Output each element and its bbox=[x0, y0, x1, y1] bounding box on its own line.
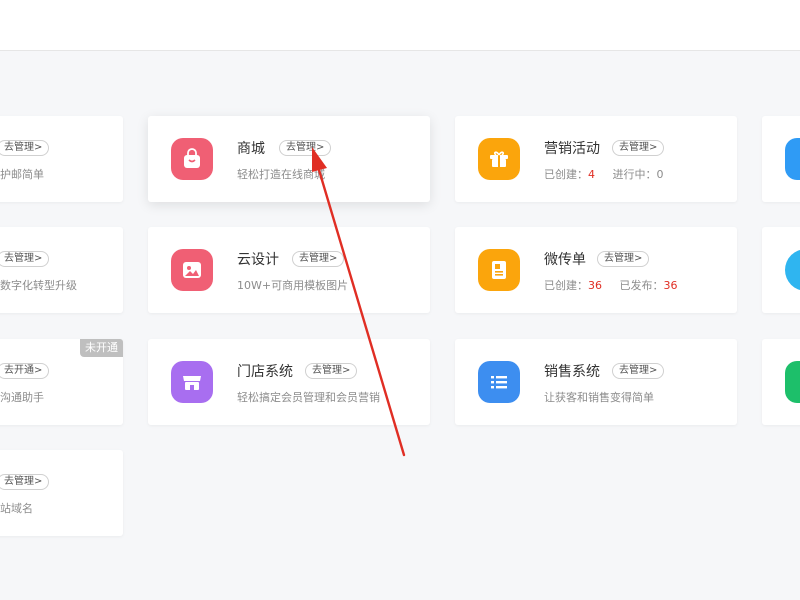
card-description: 让获客和销售变得简单 bbox=[544, 391, 654, 404]
manage-button[interactable]: 去管理> bbox=[0, 474, 50, 490]
running-label: 进行中： bbox=[612, 168, 657, 181]
created-count: 36 bbox=[588, 279, 602, 292]
service-card-left-2[interactable]: 去管理> 数字化转型升级 bbox=[0, 227, 123, 313]
card-title: 门店系统 bbox=[237, 364, 293, 380]
service-card-right-2[interactable] bbox=[762, 227, 800, 313]
card-description: 沟通助手 bbox=[0, 391, 44, 404]
manage-button[interactable]: 去管理> bbox=[305, 363, 358, 379]
card-description: 数字化转型升级 bbox=[0, 279, 77, 292]
activate-button[interactable]: 去开通> bbox=[0, 363, 50, 379]
service-card-marketing[interactable]: 营销活动 去管理> 已创建：4 进行中：0 bbox=[455, 116, 737, 202]
card-description: 轻松打造在线商城 bbox=[237, 168, 325, 181]
manage-button[interactable]: 去管理> bbox=[612, 140, 665, 156]
card-title: 营销活动 bbox=[544, 141, 600, 157]
service-card-left-4[interactable]: 去管理> 站域名 bbox=[0, 450, 123, 536]
card-description: 护邮简单 bbox=[0, 168, 44, 181]
service-card-cloud-design[interactable]: 云设计 去管理> 10W+可商用模板图片 bbox=[148, 227, 430, 313]
manage-button[interactable]: 去管理> bbox=[0, 140, 50, 156]
image-icon bbox=[171, 249, 213, 291]
published-count: 36 bbox=[663, 279, 678, 292]
created-label: 已创建： bbox=[544, 168, 588, 181]
top-bar bbox=[0, 0, 800, 51]
service-card-mall[interactable]: 商城 去管理> 轻松打造在线商城 bbox=[148, 116, 430, 202]
gift-icon bbox=[478, 138, 520, 180]
not-activated-badge: 未开通 bbox=[80, 339, 123, 357]
card-stats: 已创建：36 已发布：36 bbox=[544, 277, 678, 293]
app-icon bbox=[785, 361, 800, 403]
card-title: 商城 bbox=[237, 141, 265, 157]
card-description: 站域名 bbox=[0, 502, 33, 515]
card-title: 云设计 bbox=[237, 252, 279, 268]
card-description: 10W+可商用模板图片 bbox=[237, 279, 349, 292]
storefront-icon bbox=[171, 361, 213, 403]
manage-button[interactable]: 去管理> bbox=[279, 140, 332, 156]
manage-button[interactable]: 去管理> bbox=[0, 251, 50, 267]
created-count: 4 bbox=[588, 168, 595, 181]
card-stats: 已创建：4 进行中：0 bbox=[544, 166, 664, 182]
service-card-store-system[interactable]: 门店系统 去管理> 轻松搞定会员管理和会员营销 bbox=[148, 339, 430, 425]
manage-button[interactable]: 去管理> bbox=[612, 363, 665, 379]
list-icon bbox=[478, 361, 520, 403]
service-card-right-1[interactable] bbox=[762, 116, 800, 202]
created-label: 已创建： bbox=[544, 279, 588, 292]
service-card-sales[interactable]: 销售系统 去管理> 让获客和销售变得简单 bbox=[455, 339, 737, 425]
card-title: 微传单 bbox=[544, 252, 586, 268]
service-card-left-3[interactable]: 未开通 去开通> 沟通助手 bbox=[0, 339, 123, 425]
manage-button[interactable]: 去管理> bbox=[292, 251, 345, 267]
card-description: 轻松搞定会员管理和会员营销 bbox=[237, 391, 380, 404]
service-card-flyer[interactable]: 微传单 去管理> 已创建：36 已发布：36 bbox=[455, 227, 737, 313]
service-card-right-3[interactable] bbox=[762, 339, 800, 425]
app-icon bbox=[785, 138, 800, 180]
flyer-icon bbox=[478, 249, 520, 291]
running-count: 0 bbox=[656, 168, 664, 181]
published-label: 已发布： bbox=[619, 279, 664, 292]
shopping-bag-icon bbox=[171, 138, 213, 180]
manage-button[interactable]: 去管理> bbox=[597, 251, 650, 267]
chat-icon bbox=[785, 249, 800, 291]
card-title: 销售系统 bbox=[544, 364, 600, 380]
service-card-left-1[interactable]: 去管理> 护邮简单 bbox=[0, 116, 123, 202]
